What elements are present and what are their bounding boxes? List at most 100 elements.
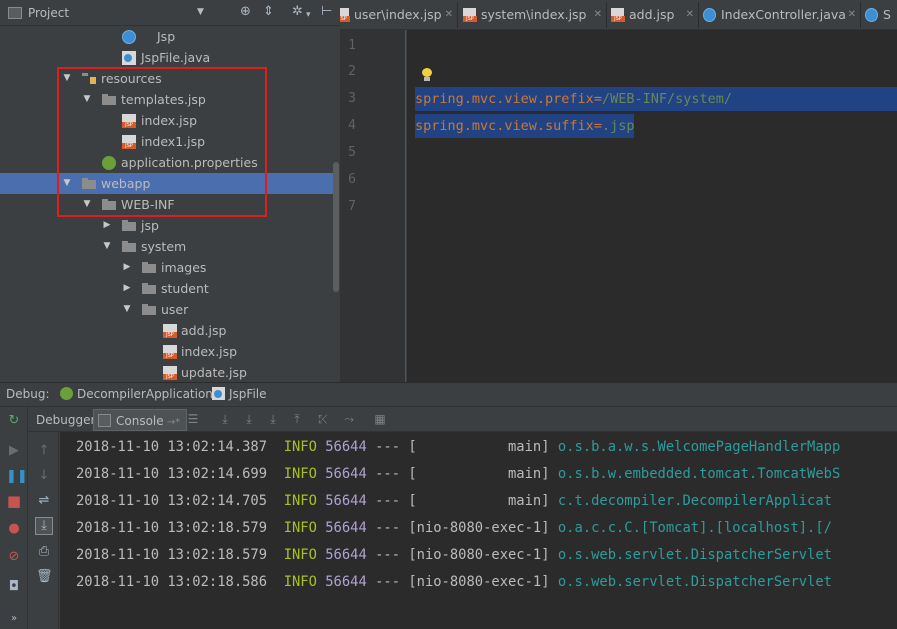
collapsed-arrow-icon[interactable]: ▶ [122,278,132,299]
collapsed-arrow-icon[interactable]: ▶ [102,215,112,236]
expanded-arrow-icon[interactable]: ▼ [102,236,112,257]
locate-target-icon[interactable]: ⊕ [240,5,251,19]
tree-item-label: webapp [101,176,151,191]
log-timestamp: 2018-11-10 13:02:18.579 [76,547,268,563]
property-separator: = [593,118,602,134]
log-pid: 56644 [325,466,367,482]
tree-item-jsp-class[interactable]: Jsp [0,26,333,47]
tree-item-user-index-jsp[interactable]: index.jsp [0,341,333,362]
tab-add-jsp[interactable]: add.jsp ✕ [607,2,699,28]
expand-icon[interactable]: » [6,611,22,627]
tree-item-index-jsp[interactable]: index.jsp [0,110,333,131]
scroll-to-end-icon[interactable]: ⤓ [35,517,53,535]
chevron-down-icon[interactable]: ▼ [197,7,204,17]
tree-item-jspfile-java[interactable]: JspFile.java [0,47,333,68]
log-pid: 56644 [325,520,367,536]
step-over-icon[interactable]: ⤓ [218,412,232,426]
tree-item-label: Jsp [157,29,176,44]
close-icon[interactable]: ✕ [686,2,694,28]
tree-scrollbar[interactable] [333,162,339,292]
tab-user-index-jsp[interactable]: user\index.jsp ✕ [340,2,458,28]
collapse-all-icon[interactable]: ⇕ [263,5,274,19]
tree-item-webapp[interactable]: ▼ webapp [0,173,333,194]
tree-item-resources[interactable]: ▼ resources [0,68,333,89]
tree-item-web-inf[interactable]: ▼ WEB-INF [0,194,333,215]
gear-dropdown-icon[interactable]: ▾ [306,8,311,22]
log-level: INFO [283,439,317,455]
mute-breakpoints-icon[interactable]: ⊘ [6,549,22,565]
tab-system-index-jsp[interactable]: system\index.jsp ✕ [459,2,607,28]
expanded-arrow-icon[interactable]: ▼ [62,68,72,89]
log-timestamp: 2018-11-10 13:02:18.579 [76,520,268,536]
tree-item-student[interactable]: ▶ student [0,278,333,299]
close-icon[interactable]: ✕ [445,2,453,28]
show-execution-point-icon[interactable]: ☰ [186,412,200,426]
tab-console[interactable]: Console →* [93,409,188,431]
view-breakpoints-icon[interactable]: ● [6,521,22,537]
expanded-arrow-icon[interactable]: ▼ [122,299,132,320]
tree-item-system[interactable]: ▼ system [0,236,333,257]
tree-item-update-jsp[interactable]: update.jsp [0,362,333,382]
tree-item-label: application.properties [121,155,258,170]
pause-icon[interactable]: ❚❚ [6,469,28,485]
close-icon[interactable]: ✕ [594,2,602,28]
class-icon [703,8,716,22]
java-file-icon [212,387,225,400]
run-tab-decompiler-application[interactable]: DecompilerApplication [60,387,213,401]
expanded-arrow-icon[interactable]: ▼ [82,89,92,110]
log-logger: o.s.web.servlet.DispatcherServlet [557,574,832,590]
tree-item-templates-jsp[interactable]: ▼ templates.jsp [0,89,333,110]
run-to-cursor-icon[interactable]: ⤳ [342,412,356,426]
tree-item-images[interactable]: ▶ images [0,257,333,278]
gear-icon[interactable]: ✲ [292,5,303,19]
close-icon[interactable]: ✕ [848,2,856,28]
force-step-into-icon[interactable]: ⤓ [266,412,280,426]
log-separator: --- [375,520,401,536]
expanded-arrow-icon[interactable]: ▼ [62,173,72,194]
stop-icon[interactable]: ■ [6,493,22,509]
step-into-icon[interactable]: ⤓ [242,412,256,426]
evaluate-expression-icon[interactable]: ▦ [373,412,387,426]
hide-panel-icon[interactable]: ⊢ [321,5,332,19]
resume-icon[interactable]: ▶ [6,443,22,459]
log-thread: [ main] [408,466,550,482]
collapsed-arrow-icon[interactable]: ▶ [122,257,132,278]
drop-frame-icon[interactable]: ⤪ [316,412,330,426]
tree-item-user[interactable]: ▼ user [0,299,333,320]
tab-truncated[interactable]: S [861,2,897,28]
soft-wrap-icon[interactable]: ⇌ [36,493,52,509]
trash-icon[interactable]: 🗑 [36,569,53,585]
tree-item-index1-jsp[interactable]: index1.jsp [0,131,333,152]
log-thread: [nio-8080-exec-1] [408,547,550,563]
jsp-file-icon [340,8,350,22]
camera-icon[interactable]: ◘ [6,579,22,595]
tab-label: user\index.jsp [354,7,442,22]
run-tab-jspfile[interactable]: JspFile [212,387,267,401]
console-icon [98,414,111,427]
lightbulb-icon[interactable] [421,68,433,82]
print-icon[interactable]: ⎙ [36,544,52,560]
down-arrow-icon[interactable]: ↓ [36,468,52,484]
tree-item-add-jsp[interactable]: add.jsp [0,320,333,341]
tree-item-label: index.jsp [141,113,198,128]
tree-item-label: resources [101,71,162,86]
tree-item-jsp-folder[interactable]: ▶ jsp [0,215,333,236]
tree-item-label: index.jsp [181,344,238,359]
run-tab-label: DecompilerApplication [77,387,213,401]
step-out-icon[interactable]: ⤒ [290,412,304,426]
line-number: 2 [348,64,356,79]
console-output[interactable]: 2018-11-10 13:02:14.387 INFO 56644 --- [… [60,432,897,629]
project-panel-title[interactable]: Project [28,6,69,20]
log-level: INFO [283,547,317,563]
expanded-arrow-icon[interactable]: ▼ [82,194,92,215]
tab-index-controller-java[interactable]: IndexController.java ✕ [699,2,861,28]
code-line-3[interactable]: spring.mvc.view.prefix=/WEB-INF/system/ [415,87,897,111]
tree-item-application-properties[interactable]: application.properties [0,152,333,173]
tab-label: system\index.jsp [481,7,587,22]
up-arrow-icon[interactable]: ↑ [36,443,52,459]
code-editor[interactable]: spring.mvc.view.prefix=/WEB-INF/system/ … [407,30,897,382]
line-number: 3 [348,91,356,106]
code-line-4[interactable]: spring.mvc.view.suffix=.jsp [415,114,635,138]
rerun-icon[interactable]: ↻ [6,413,22,429]
tab-debugger[interactable]: Debugger [36,409,95,431]
